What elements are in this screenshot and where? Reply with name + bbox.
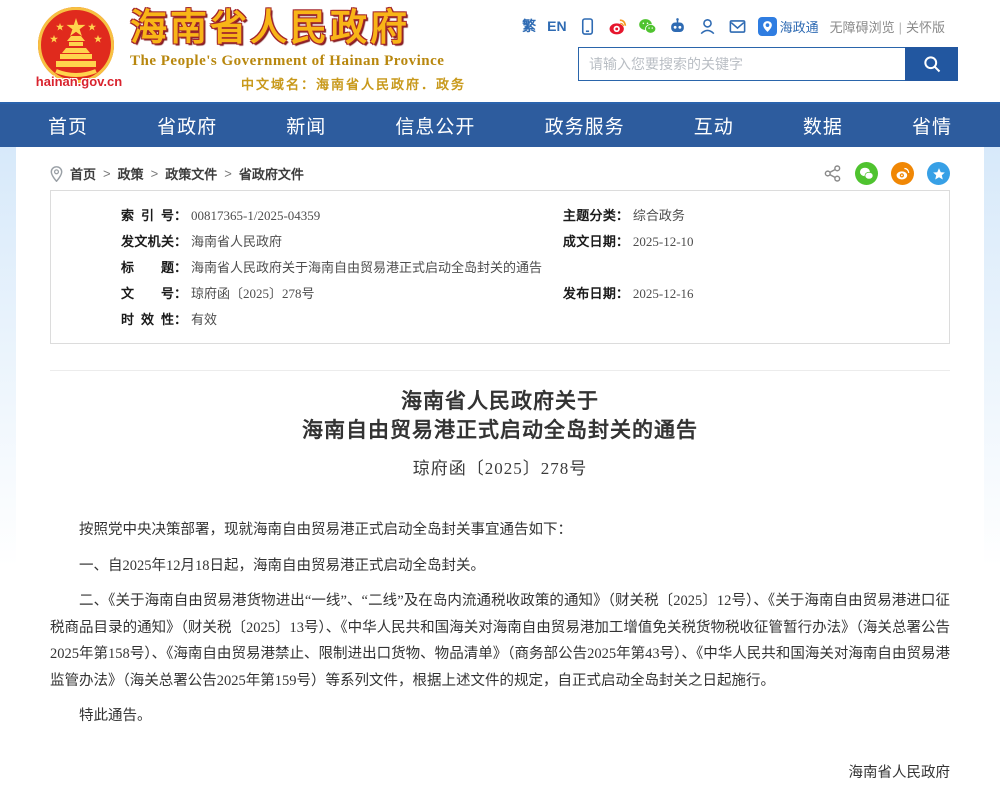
logo-domain-text: hainan.gov.cn [33, 74, 125, 89]
site-domain-line: 中文域名：海南省人民政府．政务 [130, 74, 466, 93]
nav-item-info-disclosure[interactable]: 信息公开 [395, 112, 475, 139]
site-title: 海南省人民政府 [130, 6, 466, 50]
nav-item-province-profile[interactable]: 省情 [912, 112, 952, 139]
breadcrumb-provincial-documents[interactable]: 省政府文件 [239, 164, 304, 183]
wechat-icon[interactable] [638, 17, 657, 36]
haizhengtong-label: 海政通 [780, 17, 819, 36]
meta-label-index-number: 索引号 [121, 203, 174, 229]
document-title-line1: 海南省人民政府关于 [0, 387, 1000, 416]
meta-row: 标题：海南省人民政府关于海南自由贸易港正式启动全岛封关的通告 [51, 255, 949, 281]
right-edge-gradient [984, 147, 1000, 567]
meta-value-doc-number: 琼府函〔2025〕278号 [191, 286, 315, 301]
meta-label-doc-number: 文号 [121, 281, 174, 307]
paragraph-intro: 按照党中央决策部署，现就海南自由贸易港正式启动全岛封关事宜通告如下： [50, 517, 950, 544]
nav-item-home[interactable]: 首页 [48, 112, 88, 139]
breadcrumb-separator: > [224, 166, 232, 181]
nav-item-gov-services[interactable]: 政务服务 [545, 112, 625, 139]
weibo-icon[interactable] [608, 17, 627, 36]
meta-value-written-date: 2025-12-10 [633, 234, 694, 249]
nav-item-data[interactable]: 数据 [803, 112, 843, 139]
paragraph-item-1: 一、自2025年12月18日起，海南自由贸易港正式启动全岛封关。 [50, 553, 950, 580]
breadcrumb: 首页 > 政策 > 政策文件 > 省政府文件 [50, 164, 304, 183]
meta-label-title: 标题 [121, 255, 174, 281]
signature-date: 2025年12月10日 [50, 787, 950, 791]
site-subtitle-en: The People's Government of Hainan Provin… [130, 53, 466, 70]
search-input[interactable] [578, 47, 905, 81]
page: hainan.gov.cn 海南省人民政府 The People's Gover… [0, 0, 1000, 791]
meta-row: 文号：琼府函〔2025〕278号 发布日期：2025-12-16 [51, 281, 949, 307]
share-qzone-icon[interactable] [927, 162, 950, 185]
share-icon[interactable] [823, 164, 842, 183]
breadcrumb-row: 首页 > 政策 > 政策文件 > 省政府文件 [50, 147, 950, 185]
main-nav: 首页 省政府 新闻 信息公开 政务服务 互动 数据 省情 [0, 102, 1000, 147]
document-title-line2: 海南自由贸易港正式启动全岛封关的通告 [0, 416, 1000, 445]
mobile-icon[interactable] [578, 17, 597, 36]
share-wechat-icon[interactable] [855, 162, 878, 185]
meta-row: 发文机关：海南省人民政府 成文日期：2025-12-10 [51, 229, 949, 255]
meta-label-publish-date: 发布日期 [563, 281, 616, 307]
location-pin-icon [50, 166, 63, 182]
nav-item-provincial-government[interactable]: 省政府 [157, 112, 217, 139]
search-button[interactable] [905, 47, 958, 81]
breadcrumb-home[interactable]: 首页 [70, 164, 96, 183]
document-number: 琼府函〔2025〕278号 [0, 454, 1000, 479]
meta-row: 索引号：00817365-1/2025-04359 主题分类：综合政务 [51, 203, 949, 229]
nav-item-interaction[interactable]: 互动 [694, 112, 734, 139]
meta-label-validity: 时效性 [121, 307, 174, 333]
utility-bar: 繁 EN 海政通 [522, 16, 945, 36]
accessibility-link[interactable]: 无障碍浏览 [830, 20, 895, 35]
lang-traditional-link[interactable]: 繁 [522, 16, 536, 36]
user-icon[interactable] [698, 17, 717, 36]
share-bar [823, 162, 950, 185]
lang-english-link[interactable]: EN [547, 18, 566, 34]
meta-label-written-date: 成文日期 [563, 229, 616, 255]
mail-icon[interactable] [728, 17, 747, 36]
meta-value-index-number: 00817365-1/2025-04359 [191, 208, 320, 223]
breadcrumb-policy-documents[interactable]: 政策文件 [165, 164, 217, 183]
section-divider [50, 370, 950, 371]
document-meta-box: 索引号：00817365-1/2025-04359 主题分类：综合政务 发文机关… [50, 190, 950, 344]
meta-value-publish-date: 2025-12-16 [633, 286, 694, 301]
site-header: hainan.gov.cn 海南省人民政府 The People's Gover… [0, 0, 1000, 102]
accessibility-links: 无障碍浏览 | 关怀版 [830, 17, 945, 36]
search-icon [922, 54, 942, 74]
breadcrumb-separator: > [151, 166, 159, 181]
meta-value-issuing-agency: 海南省人民政府 [191, 234, 282, 249]
utility-divider: | [899, 20, 902, 35]
search-bar [578, 47, 958, 81]
meta-label-issuing-agency: 发文机关 [121, 229, 174, 255]
signature-organization: 海南省人民政府 [50, 760, 950, 787]
breadcrumb-separator: > [103, 166, 111, 181]
document-header: 海南省人民政府关于 海南自由贸易港正式启动全岛封关的通告 琼府函〔2025〕27… [0, 387, 1000, 479]
breadcrumb-policy[interactable]: 政策 [118, 164, 144, 183]
meta-row: 时效性：有效 [51, 307, 949, 333]
care-version-link[interactable]: 关怀版 [906, 20, 945, 35]
paragraph-item-2: 二、《关于海南自由贸易港货物进出“一线”、“二线”及在岛内流通税收政策的通知》（… [50, 588, 950, 694]
document-body: 按照党中央决策部署，现就海南自由贸易港正式启动全岛封关事宜通告如下： 一、自20… [50, 517, 950, 730]
nav-item-news[interactable]: 新闻 [286, 112, 326, 139]
meta-value-topic-category: 综合政务 [633, 208, 685, 223]
robot-icon[interactable] [668, 17, 687, 36]
national-emblem-icon [36, 5, 116, 85]
meta-value-title: 海南省人民政府关于海南自由贸易港正式启动全岛封关的通告 [191, 260, 542, 275]
paragraph-closing: 特此通告。 [50, 703, 950, 730]
site-brand: 海南省人民政府 The People's Government of Haina… [130, 6, 466, 93]
share-weibo-icon[interactable] [891, 162, 914, 185]
haizhengtong-icon [758, 17, 777, 36]
left-edge-gradient [0, 147, 16, 567]
document-signature: 海南省人民政府 2025年12月10日 [50, 760, 950, 791]
meta-value-validity: 有效 [191, 312, 217, 327]
meta-label-topic-category: 主题分类 [563, 203, 616, 229]
haizhengtong-app-link[interactable]: 海政通 [758, 17, 819, 36]
